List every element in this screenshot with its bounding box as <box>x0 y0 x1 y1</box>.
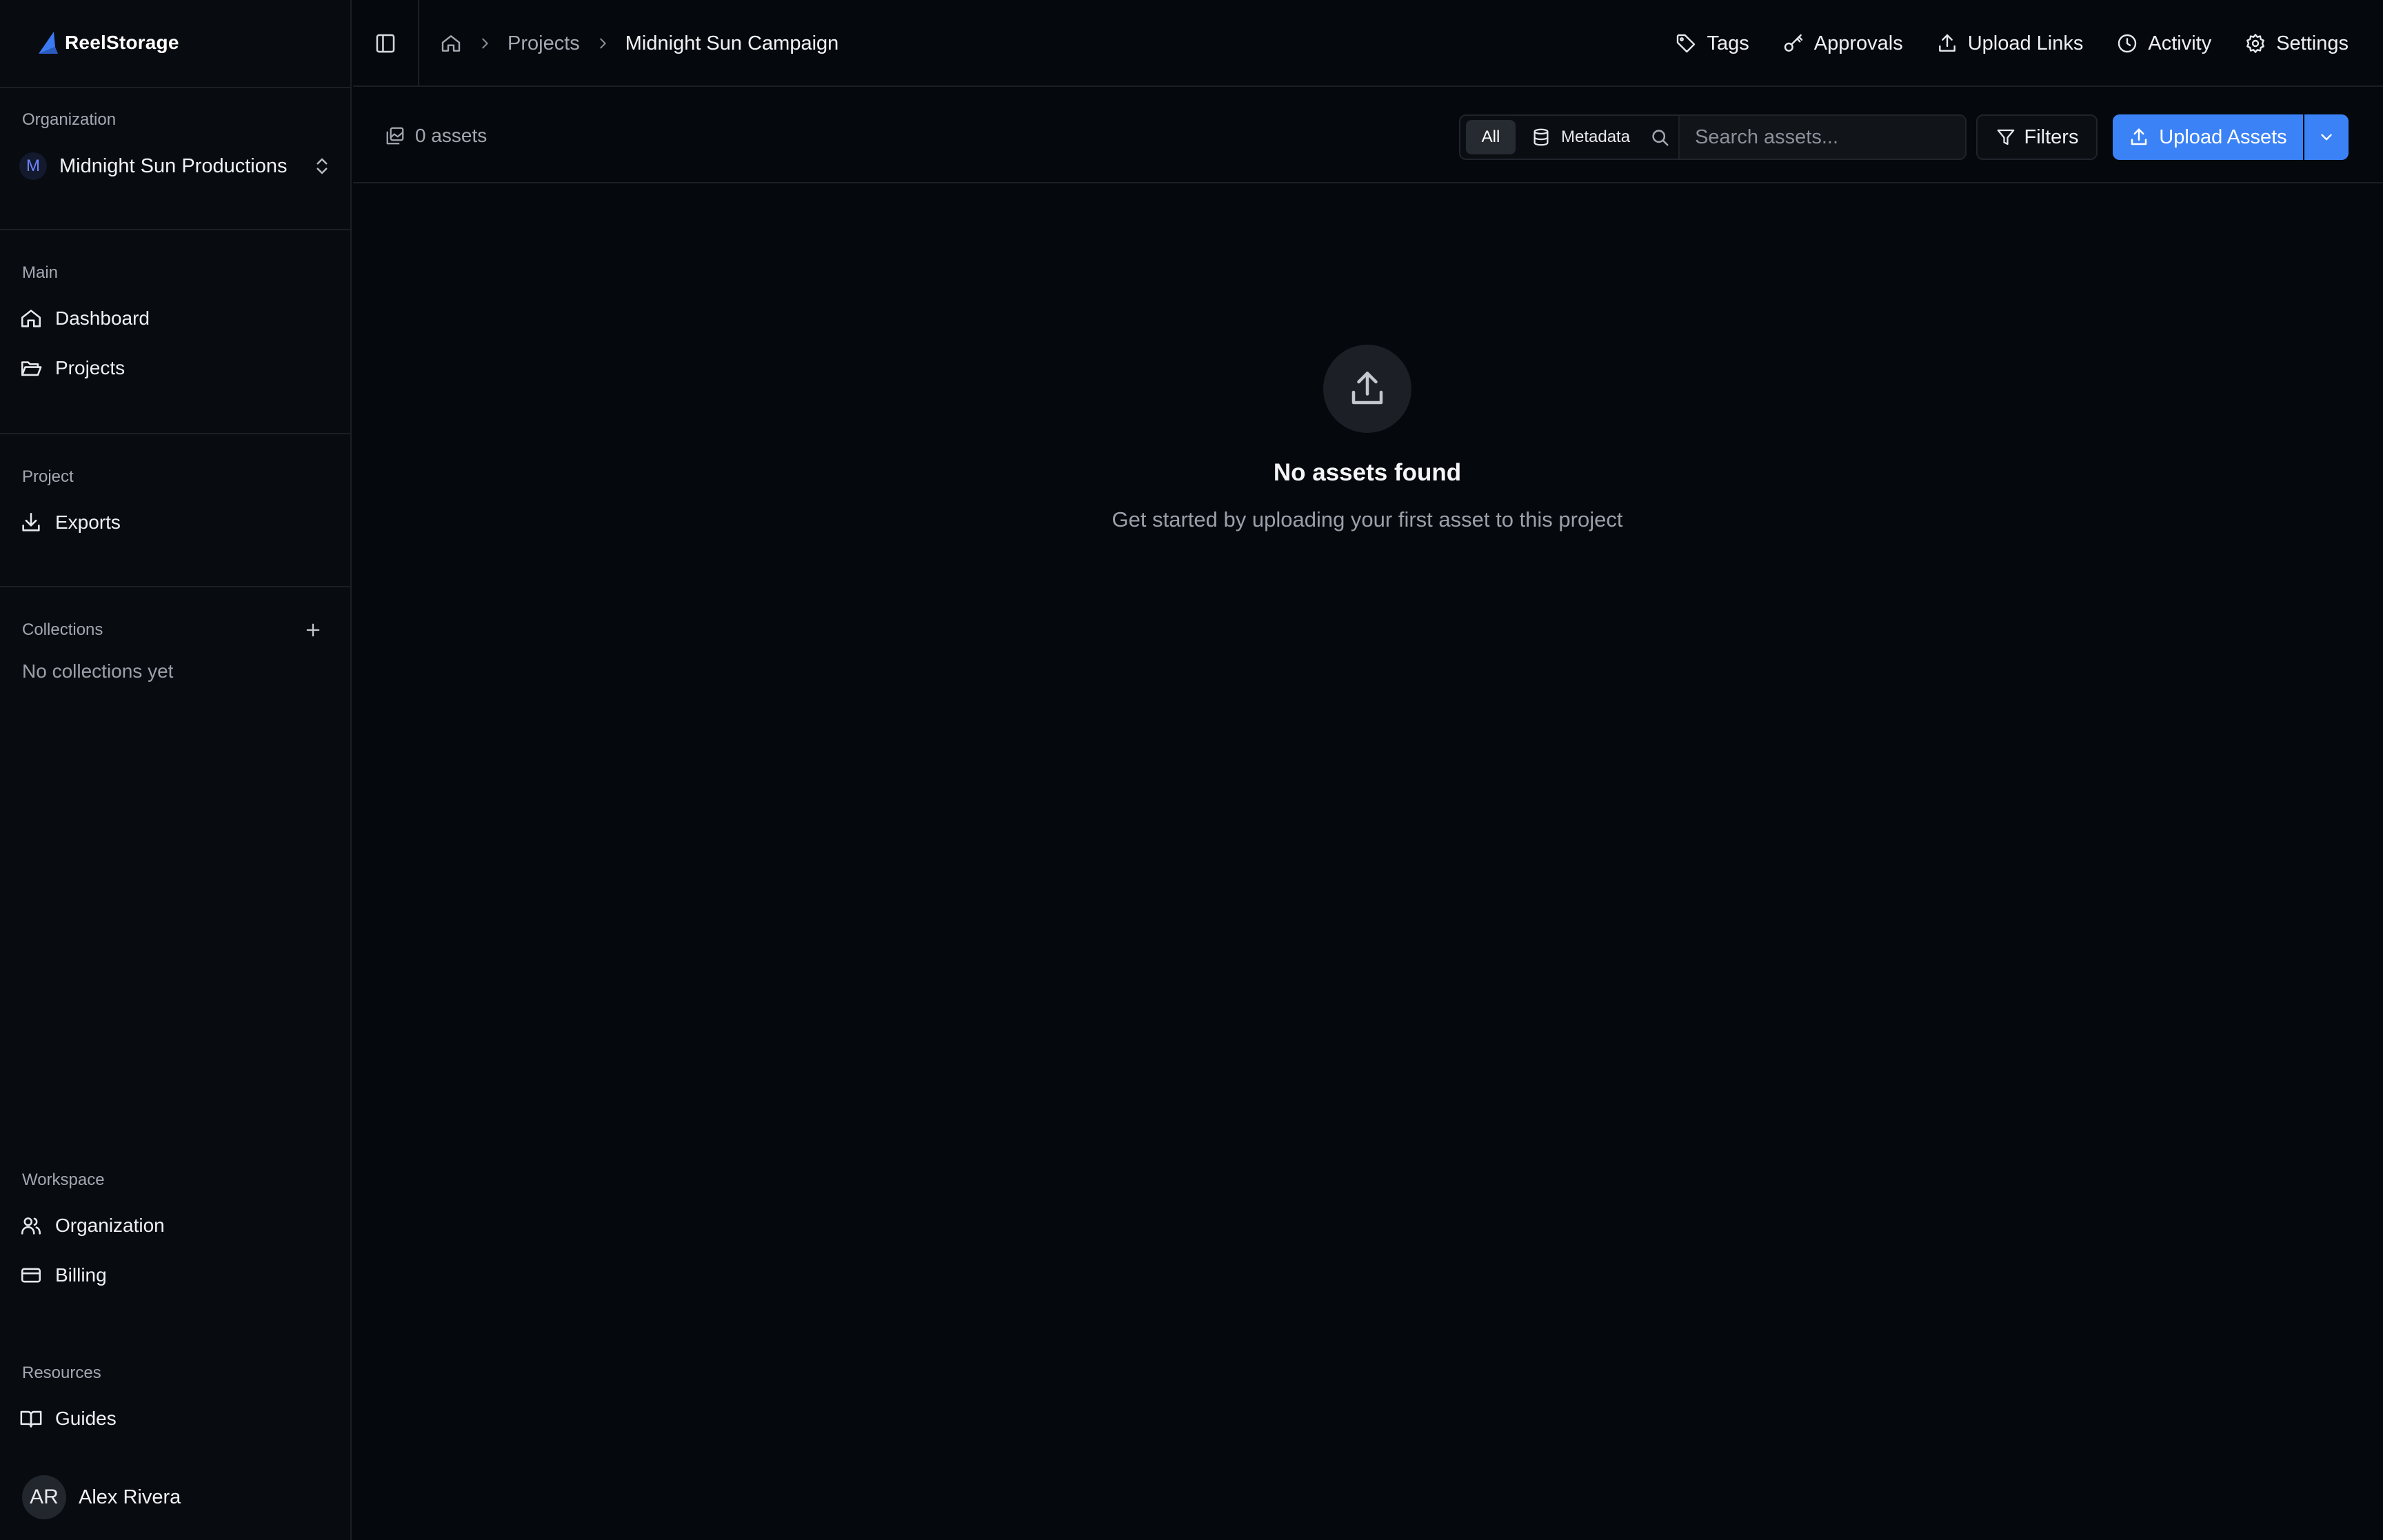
resources-heading: Resources <box>22 1364 101 1382</box>
nav-activity-label: Activity <box>2148 32 2212 54</box>
project-heading: Project <box>22 467 74 486</box>
home-icon <box>19 307 43 330</box>
upload-icon <box>2129 127 2149 148</box>
panel-left-icon <box>374 32 397 55</box>
folder-open-icon <box>19 356 43 380</box>
upload-icon <box>1347 368 1388 409</box>
brand-logo[interactable]: ReelStorage <box>34 29 179 57</box>
main-heading: Main <box>22 263 59 282</box>
download-icon <box>19 511 43 534</box>
sidebar: ReelStorage Organization M Midnight Sun … <box>0 0 352 1540</box>
sidebar-item-organization[interactable]: Organization <box>19 1208 176 1244</box>
credit-card-icon <box>19 1264 43 1287</box>
collections-heading: Collections <box>22 620 103 639</box>
user-menu[interactable]: AR Alex Rivera <box>22 1475 181 1519</box>
sidebar-item-label: Billing <box>55 1264 107 1286</box>
users-icon <box>19 1214 43 1237</box>
nav-approvals-label: Approvals <box>1813 32 1903 54</box>
nav-approvals-button[interactable]: Approvals <box>1782 32 1903 55</box>
sidebar-item-exports[interactable]: Exports <box>19 505 132 540</box>
nav-settings-label: Settings <box>2276 32 2349 54</box>
sidebar-item-projects[interactable]: Projects <box>19 350 136 386</box>
plus-icon <box>303 620 323 640</box>
breadcrumb-current: Midnight Sun Campaign <box>625 32 839 54</box>
sidebar-item-guides[interactable]: Guides <box>19 1401 128 1437</box>
nav-tags-label: Tags <box>1707 32 1749 54</box>
org-heading: Organization <box>22 110 117 129</box>
breadcrumb-projects-link[interactable]: Projects <box>507 32 580 55</box>
tab-all[interactable]: All <box>1466 120 1516 154</box>
upload-assets-label: Upload Assets <box>2159 125 2287 148</box>
asset-count-label: 0 assets <box>415 125 487 146</box>
filters-button[interactable]: Filters <box>1976 114 2098 160</box>
sidebar-divider <box>0 586 352 587</box>
nav-upload-links-label: Upload Links <box>1967 32 2084 54</box>
asset-count: 0 assets <box>385 88 487 183</box>
sidebar-item-dashboard[interactable]: Dashboard <box>19 301 161 336</box>
nav-activity-button[interactable]: Activity <box>2116 32 2211 55</box>
search-icon <box>1649 127 1670 148</box>
org-badge: M <box>19 152 47 180</box>
search-input[interactable] <box>1678 116 1965 159</box>
nav-tags-button[interactable]: Tags <box>1675 32 1749 55</box>
nav-settings-button[interactable]: Settings <box>2244 32 2349 55</box>
sidebar-divider <box>0 433 352 434</box>
sidebar-divider <box>0 229 352 230</box>
empty-state: No assets found Get started by uploading… <box>958 345 1776 532</box>
key-icon <box>1782 32 1804 54</box>
breadcrumb: Projects Midnight Sun Campaign <box>440 0 838 87</box>
tab-metadata[interactable]: Metadata <box>1531 127 1630 148</box>
header-actions: Tags Approvals Upload Links Activity Set… <box>1675 0 2349 87</box>
sidebar-item-label: Dashboard <box>55 307 150 329</box>
org-name: Midnight Sun Productions <box>59 154 288 177</box>
user-name: Alex Rivera <box>79 1486 181 1508</box>
tag-icon <box>1675 32 1697 54</box>
empty-state-subtitle: Get started by uploading your first asse… <box>1112 507 1623 531</box>
empty-state-title: No assets found <box>1273 459 1462 486</box>
chevrons-up-down-icon <box>312 156 332 176</box>
avatar: AR <box>22 1475 66 1519</box>
clock-icon <box>2116 32 2138 54</box>
nav-upload-links-button[interactable]: Upload Links <box>1936 32 2084 55</box>
home-icon[interactable] <box>440 32 462 54</box>
assets-toolbar: 0 assets All Metadata Filters <box>353 88 2383 183</box>
upload-assets-button[interactable]: Upload Assets <box>2113 114 2303 160</box>
add-collection-button[interactable] <box>301 618 325 642</box>
sidebar-item-label: Projects <box>55 357 125 378</box>
sidebar-item-label: Exports <box>55 511 121 533</box>
chevron-right-icon <box>595 36 610 51</box>
images-icon <box>385 125 405 146</box>
filter-icon <box>1995 127 2016 148</box>
reel-logo-icon <box>34 29 62 57</box>
tab-metadata-label: Metadata <box>1561 128 1631 146</box>
sidebar-item-label: Guides <box>55 1408 117 1429</box>
empty-state-icon-wrap <box>1323 345 1411 433</box>
gear-icon <box>2244 32 2266 54</box>
workspace-heading: Workspace <box>22 1171 105 1189</box>
brand-name: ReelStorage <box>65 32 179 53</box>
database-icon <box>1531 127 1551 148</box>
upload-options-button[interactable] <box>2304 114 2349 160</box>
toggle-sidebar-button[interactable] <box>353 0 419 87</box>
sidebar-item-billing[interactable]: Billing <box>19 1257 118 1293</box>
collections-empty-text: No collections yet <box>22 660 174 682</box>
book-open-icon <box>19 1407 43 1430</box>
top-bar: Projects Midnight Sun Campaign Tags Appr… <box>353 0 2383 87</box>
filters-label: Filters <box>2024 125 2079 148</box>
search-segment: All Metadata <box>1459 114 1967 160</box>
org-switcher[interactable]: M Midnight Sun Productions <box>19 149 332 183</box>
chevron-down-icon <box>2317 128 2335 146</box>
upload-icon <box>1936 32 1958 54</box>
sidebar-item-label: Organization <box>55 1215 165 1236</box>
chevron-right-icon <box>477 36 492 51</box>
sidebar-divider <box>0 87 352 88</box>
